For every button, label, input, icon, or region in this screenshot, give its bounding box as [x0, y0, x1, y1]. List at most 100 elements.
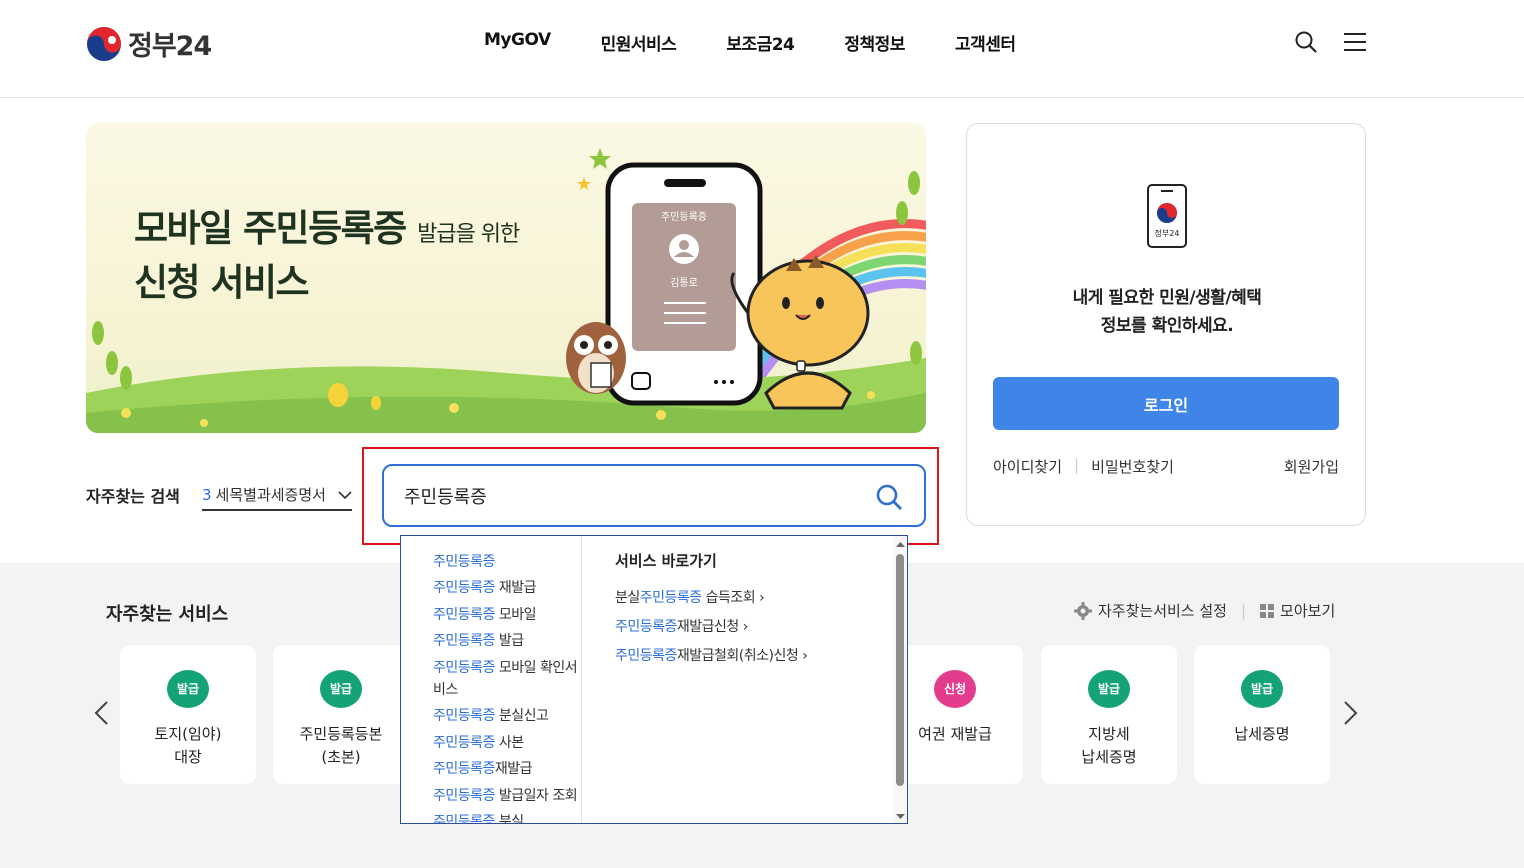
suggestion-keyword: 주민등록증	[433, 554, 495, 570]
carousel-next-icon[interactable]	[1340, 700, 1360, 726]
service-name: 토지(임야) 대장	[120, 723, 256, 769]
suggestion-item[interactable]: 주민등록증 재발급	[433, 577, 578, 599]
issue-badge: 발급	[167, 670, 209, 708]
shortcut-keyword: 주민등록증	[639, 590, 702, 606]
nav-policy-info[interactable]: 정책정보	[844, 30, 905, 55]
chevron-down-icon	[338, 491, 352, 500]
popular-search-keyword: 세목별과세증명서	[215, 486, 326, 504]
service-card-resident-register[interactable]: 발급 주민등록등본 (초본)	[273, 645, 409, 784]
scroll-thumb[interactable]	[896, 554, 904, 786]
mobile-id-icon: 정부24	[1147, 184, 1187, 248]
suggestion-keyword: 주민등록증	[433, 788, 495, 804]
suggestion-keyword: 주민등록증	[433, 761, 495, 777]
shortcut-prefix: 분실	[615, 590, 640, 606]
site-header: 정부24 MyGOV 민원서비스 보조금24 정책정보 고객센터	[0, 0, 1524, 98]
nav-civil-services[interactable]: 민원서비스	[601, 30, 677, 55]
service-name: 납세증명	[1194, 723, 1330, 746]
service-name-line2: 대장	[174, 748, 202, 766]
suggestion-item[interactable]: 주민등록증 발급일자 조회	[433, 785, 578, 807]
scroll-down-icon[interactable]	[893, 811, 908, 823]
service-card-tax-certificate[interactable]: 발급 납세증명	[1194, 645, 1330, 784]
search-box[interactable]	[382, 464, 926, 527]
suggestion-rest: 분실신고	[494, 708, 549, 724]
menu-icon[interactable]	[1344, 32, 1366, 52]
banner-title-line2: 신청 서비스	[134, 261, 310, 304]
suggestion-keyword: 주민등록증	[433, 735, 495, 751]
site-logo[interactable]: 정부24	[86, 24, 212, 63]
login-message: 내게 필요한 민원/생활/혜택 정보를 확인하세요.	[967, 284, 1367, 340]
popular-search-rank: 3	[202, 486, 212, 504]
account-links: 아이디찾기 | 비밀번호찾기 회원가입	[993, 456, 1339, 477]
suggestion-rest: 발급일자 조회	[494, 788, 578, 804]
suggestion-item[interactable]: 주민등록증	[433, 551, 578, 573]
issue-badge: 발급	[320, 670, 362, 708]
main-nav: MyGOV 민원서비스 보조금24 정책정보 고객센터	[484, 30, 1066, 55]
service-name-line1: 지방세	[1088, 725, 1130, 743]
chevron-right-icon: ›	[759, 590, 765, 606]
suggestion-item[interactable]: 주민등록증 모바일 확인서비스	[433, 657, 578, 701]
nav-subsidy24[interactable]: 보조금24	[726, 30, 795, 55]
service-shortcuts: 서비스 바로가기 분실주민등록증 습득조회 › 주민등록증재발급신청 › 주민등…	[615, 550, 808, 671]
suggestion-rest: 사본	[494, 735, 524, 751]
suggestion-item[interactable]: 주민등록증재발급	[433, 758, 578, 780]
link-divider: |	[1074, 456, 1080, 474]
suggestion-item[interactable]: 주민등록증 모바일	[433, 604, 578, 626]
services-settings-link[interactable]: 자주찾는서비스 설정	[1098, 600, 1227, 621]
shortcut-suffix: 습득조회	[701, 590, 756, 606]
service-name-line2: 납세증명	[1081, 748, 1137, 766]
promo-banner[interactable]: 주민등록증 김통로 모바일 주민등록증 발급을 위한 신청 서비스	[86, 123, 926, 433]
login-button[interactable]: 로그인	[993, 377, 1339, 430]
join-link[interactable]: 회원가입	[1284, 456, 1339, 477]
service-card-local-tax-certificate[interactable]: 발급 지방세납세증명	[1041, 645, 1177, 784]
nav-customer-center[interactable]: 고객센터	[955, 30, 1016, 55]
banner-title-line1-small: 발급을 위한	[417, 222, 520, 247]
suggestion-rest: 분실	[494, 814, 524, 824]
shortcut-link[interactable]: 주민등록증재발급철회(취소)신청 ›	[615, 642, 808, 671]
service-name-line1: 토지(임야)	[154, 725, 222, 743]
suggestion-item[interactable]: 주민등록증 사본	[433, 732, 578, 754]
service-name-line1: 주민등록등본	[299, 725, 383, 743]
service-name-line1: 여권 재발급	[918, 725, 992, 743]
service-card-land-register[interactable]: 발급 토지(임야) 대장	[120, 645, 256, 784]
suggestion-keyword: 주민등록증	[433, 633, 495, 649]
suggestion-item[interactable]: 주민등록증 분실	[433, 811, 578, 824]
suggestion-keyword: 주민등록증	[433, 607, 495, 623]
view-all-link[interactable]: 모아보기	[1280, 600, 1335, 621]
carousel-prev-icon[interactable]	[92, 700, 112, 726]
suggestion-item[interactable]: 주민등록증 발급	[433, 630, 578, 652]
nav-mygov[interactable]: MyGOV	[484, 30, 551, 55]
issue-badge: 발급	[1088, 670, 1130, 708]
service-name: 지방세납세증명	[1041, 723, 1177, 769]
apply-badge: 신청	[934, 670, 976, 708]
suggestion-keyword: 주민등록증	[433, 580, 495, 596]
shortcuts-heading: 서비스 바로가기	[615, 552, 717, 570]
dropdown-scrollbar[interactable]	[893, 536, 908, 823]
popular-search-select[interactable]: 3 세목별과세증명서	[202, 478, 352, 511]
suggestion-list: 주민등록증 주민등록증 재발급 주민등록증 모바일 주민등록증 발급 주민등록증…	[401, 536, 582, 824]
scroll-up-icon[interactable]	[893, 538, 908, 550]
service-name-line1: 납세증명	[1234, 725, 1290, 743]
find-password-link[interactable]: 비밀번호찾기	[1091, 456, 1174, 477]
search-submit-icon[interactable]	[874, 482, 904, 512]
banner-title: 모바일 주민등록증 발급을 위한 신청 서비스	[134, 205, 520, 307]
banner-card-name: 김통로	[670, 277, 698, 289]
suggestion-keyword: 주민등록증	[433, 814, 495, 824]
suggestion-keyword: 주민등록증	[433, 660, 495, 676]
services-controls: 자주찾는서비스 설정 | 모아보기	[1074, 600, 1335, 621]
search-icon[interactable]	[1294, 30, 1318, 54]
find-id-link[interactable]: 아이디찾기	[993, 456, 1062, 477]
frequent-services-title: 자주찾는 서비스	[106, 604, 229, 625]
chevron-right-icon: ›	[742, 619, 749, 635]
search-input[interactable]	[404, 482, 864, 510]
shortcut-link[interactable]: 주민등록증재발급신청 ›	[615, 613, 807, 642]
chevron-right-icon: ›	[802, 648, 808, 664]
gear-icon	[1074, 601, 1092, 620]
card-icon-label: 정부24	[1155, 228, 1180, 238]
suggestion-item[interactable]: 주민등록증 분실신고	[433, 705, 578, 727]
banner-title-line1: 모바일 주민등록증	[134, 207, 407, 250]
header-icons	[1294, 30, 1366, 54]
shortcut-link[interactable]: 분실주민등록증 습득조회 ›	[615, 584, 807, 613]
logo-text: 정부24	[128, 31, 212, 62]
autocomplete-dropdown: 주민등록증 주민등록증 재발급 주민등록증 모바일 주민등록증 발급 주민등록증…	[400, 535, 908, 824]
suggestion-rest: 재발급	[494, 580, 537, 596]
